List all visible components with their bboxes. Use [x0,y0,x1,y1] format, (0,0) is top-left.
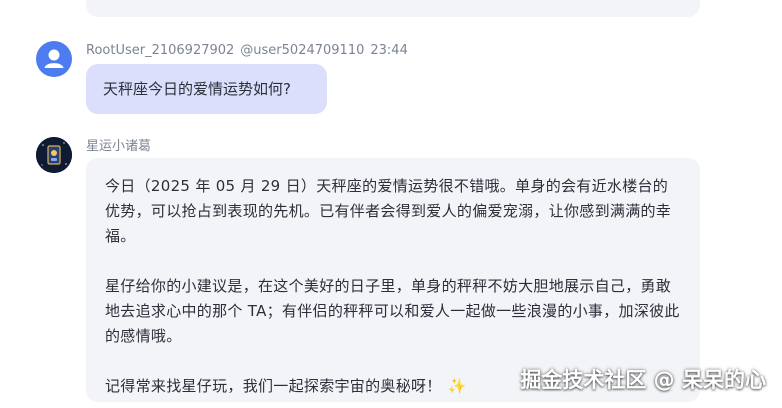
message-time: 23:44 [370,43,408,58]
user-avatar-icon[interactable] [36,41,72,77]
bot-paragraph-3-text: 记得常来找星仔玩，我们一起探索宇宙的奥秘呀！ [105,377,442,395]
astrology-avatar-icon[interactable] [36,137,72,173]
bot-name: 星运小诸葛 [86,139,152,154]
sparkle-icon: ✨ [447,377,467,395]
bot-paragraph-2: 星仔给你的小建议是，在这个美好的日子里，单身的秤秤不妨大胆地展示自己，勇敢地去追… [105,277,680,345]
user-name: RootUser_2106927902 [86,43,235,58]
user-message-bubble: 天秤座今日的爱情运势如何? [86,64,327,114]
user-handle: @user5024709110 [240,43,365,58]
user-message-meta: RootUser_2106927902 @user5024709110 23:44 [86,43,414,59]
bot-paragraph-1: 今日（2025 年 05 月 29 日）天秤座的爱情运势很不错哦。单身的会有近水… [105,177,672,245]
previous-message-bubble [86,0,700,17]
watermark: 掘金技术社区 @ 呆呆的心 [520,368,766,392]
